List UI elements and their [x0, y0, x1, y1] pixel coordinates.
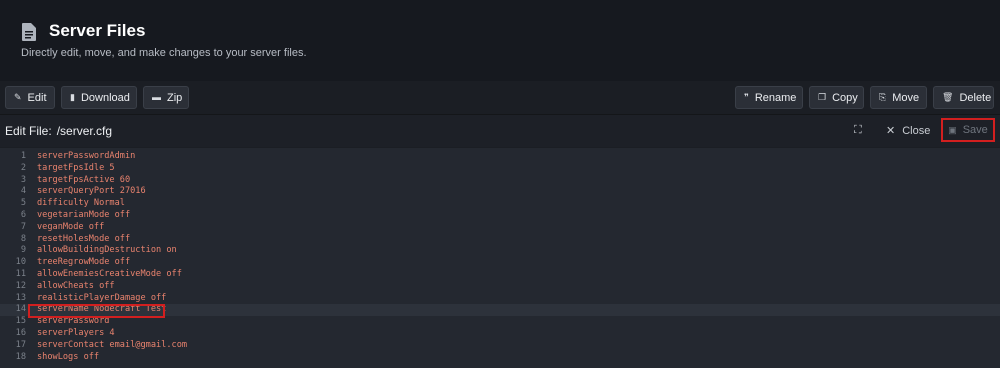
line-number: 8: [20, 233, 26, 244]
line-code[interactable]: allowCheats off: [37, 281, 115, 291]
line-number: 17: [15, 339, 26, 350]
line-code[interactable]: resetHolesMode off: [37, 234, 130, 244]
archive-icon: ▬: [152, 92, 161, 102]
code-line[interactable]: 12 allowCheats off: [0, 281, 1000, 293]
copy-button-label: Copy: [832, 91, 858, 104]
code-line[interactable]: 8 resetHolesMode off: [0, 234, 1000, 246]
page-header: Server Files Directly edit, move, and ma…: [0, 0, 1000, 81]
edit-file-title: Edit File: /server.cfg: [5, 124, 112, 138]
line-code[interactable]: serverQueryPort 27016: [37, 186, 146, 196]
code-line[interactable]: 1 serverPasswordAdmin: [0, 151, 1000, 163]
close-icon: ✕: [886, 125, 896, 137]
line-number: 12: [15, 280, 26, 291]
line-code[interactable]: allowEnemiesCreativeMode off: [37, 269, 182, 279]
copy-icon: ❐: [818, 92, 827, 102]
line-code[interactable]: vegetarianMode off: [37, 210, 130, 220]
line-code[interactable]: serverPlayers 4: [37, 328, 115, 338]
copy-button[interactable]: ❐ Copy: [809, 86, 864, 109]
move-button-label: Move: [892, 91, 920, 104]
save-button-label: Save: [962, 124, 988, 136]
editor-header: [0, 114, 1000, 147]
code-line[interactable]: 6 vegetarianMode off: [0, 210, 1000, 222]
page-title: Server Files: [49, 21, 146, 40]
code-line[interactable]: 5 difficulty Normal: [0, 198, 1000, 210]
pencil-icon: ✎: [14, 92, 22, 102]
file-download-icon: ▮: [70, 92, 75, 102]
line-number: 10: [15, 257, 26, 268]
line-number: 4: [20, 186, 26, 197]
line-number: 18: [15, 351, 26, 362]
line-number: 14: [15, 304, 26, 315]
move-button[interactable]: ⎘ Move: [870, 86, 927, 109]
line-code[interactable]: treeRegrowMode off: [37, 257, 130, 267]
code-line[interactable]: 10 treeRegrowMode off: [0, 257, 1000, 269]
line-number: 15: [15, 316, 26, 327]
line-code[interactable]: serverContact email@gmail.com: [37, 340, 187, 350]
line-code[interactable]: targetFpsActive 60: [37, 175, 130, 185]
save-icon: ▣: [948, 124, 957, 135]
zip-button[interactable]: ▬ Zip: [143, 86, 189, 109]
file-path: /server.cfg: [56, 124, 113, 138]
code-line[interactable]: 3 targetFpsActive 60: [0, 175, 1000, 187]
download-button-label: Download: [80, 91, 130, 104]
zip-button-label: Zip: [167, 91, 183, 104]
line-number: 13: [15, 292, 26, 303]
document-icon: [22, 23, 36, 41]
line-number: 11: [15, 269, 26, 279]
code-line[interactable]: 11 allowEnemiesCreativeMode off: [0, 269, 1000, 281]
line-number: 6: [20, 210, 26, 220]
code-line[interactable]: 18 showLogs off: [0, 352, 1000, 364]
line-number: 5: [20, 198, 26, 209]
rename-button-label: Rename: [754, 91, 797, 104]
highlight-box: [28, 304, 165, 318]
code-editor[interactable]: 1 serverPasswordAdmin 2 targetFpsIdle 5 3 tar…: [0, 148, 1000, 368]
code-line[interactable]: 16 serverPlayers 4: [0, 328, 1000, 340]
line-number: 9: [20, 245, 26, 256]
code-line[interactable]: 7 veganMode off: [0, 222, 1000, 234]
expand-icon[interactable]: ⛶: [854, 124, 862, 137]
line-code[interactable]: serverPasswordAdmin: [37, 151, 135, 161]
code-line[interactable]: 13 realisticPlayerDamage off: [0, 293, 1000, 305]
code-line[interactable]: 2 targetFpsIdle 5: [0, 163, 1000, 175]
line-code[interactable]: targetFpsIdle 5: [37, 163, 115, 173]
move-icon: ⎘: [879, 92, 887, 102]
edit-file-label: Edit File:: [5, 124, 52, 138]
edit-button[interactable]: ✎ Edit: [5, 86, 55, 109]
line-number: 2: [20, 162, 26, 173]
code-line[interactable]: 17 serverContact email@gmail.com: [0, 340, 1000, 352]
save-button[interactable]: ▣ Save: [941, 118, 995, 142]
edit-button-label: Edit: [27, 91, 47, 104]
quote-icon: ❞: [744, 92, 749, 102]
close-button-label: Close: [902, 124, 931, 137]
line-code[interactable]: realisticPlayerDamage off: [37, 293, 166, 303]
delete-button[interactable]: 🗑 Delete: [933, 86, 994, 109]
line-code[interactable]: veganMode off: [37, 222, 104, 232]
line-code[interactable]: allowBuildingDestruction on: [37, 245, 177, 255]
rename-button[interactable]: ❞ Rename: [735, 86, 803, 109]
line-code[interactable]: showLogs off: [37, 352, 99, 362]
code-line[interactable]: 4 serverQueryPort 27016: [0, 186, 1000, 198]
page-subtitle: Directly edit, move, and make changes to…: [21, 47, 307, 59]
download-button[interactable]: ▮ Download: [61, 86, 137, 109]
close-button[interactable]: ✕ Close: [886, 124, 931, 138]
line-number: 16: [15, 328, 26, 338]
trash-icon: 🗑: [942, 92, 954, 102]
line-number: 3: [20, 174, 26, 185]
delete-button-label: Delete: [959, 91, 992, 104]
line-number: 7: [20, 221, 26, 232]
code-line[interactable]: 9 allowBuildingDestruction on: [0, 245, 1000, 257]
line-code[interactable]: difficulty Normal: [37, 198, 125, 208]
line-number: 1: [20, 151, 26, 161]
